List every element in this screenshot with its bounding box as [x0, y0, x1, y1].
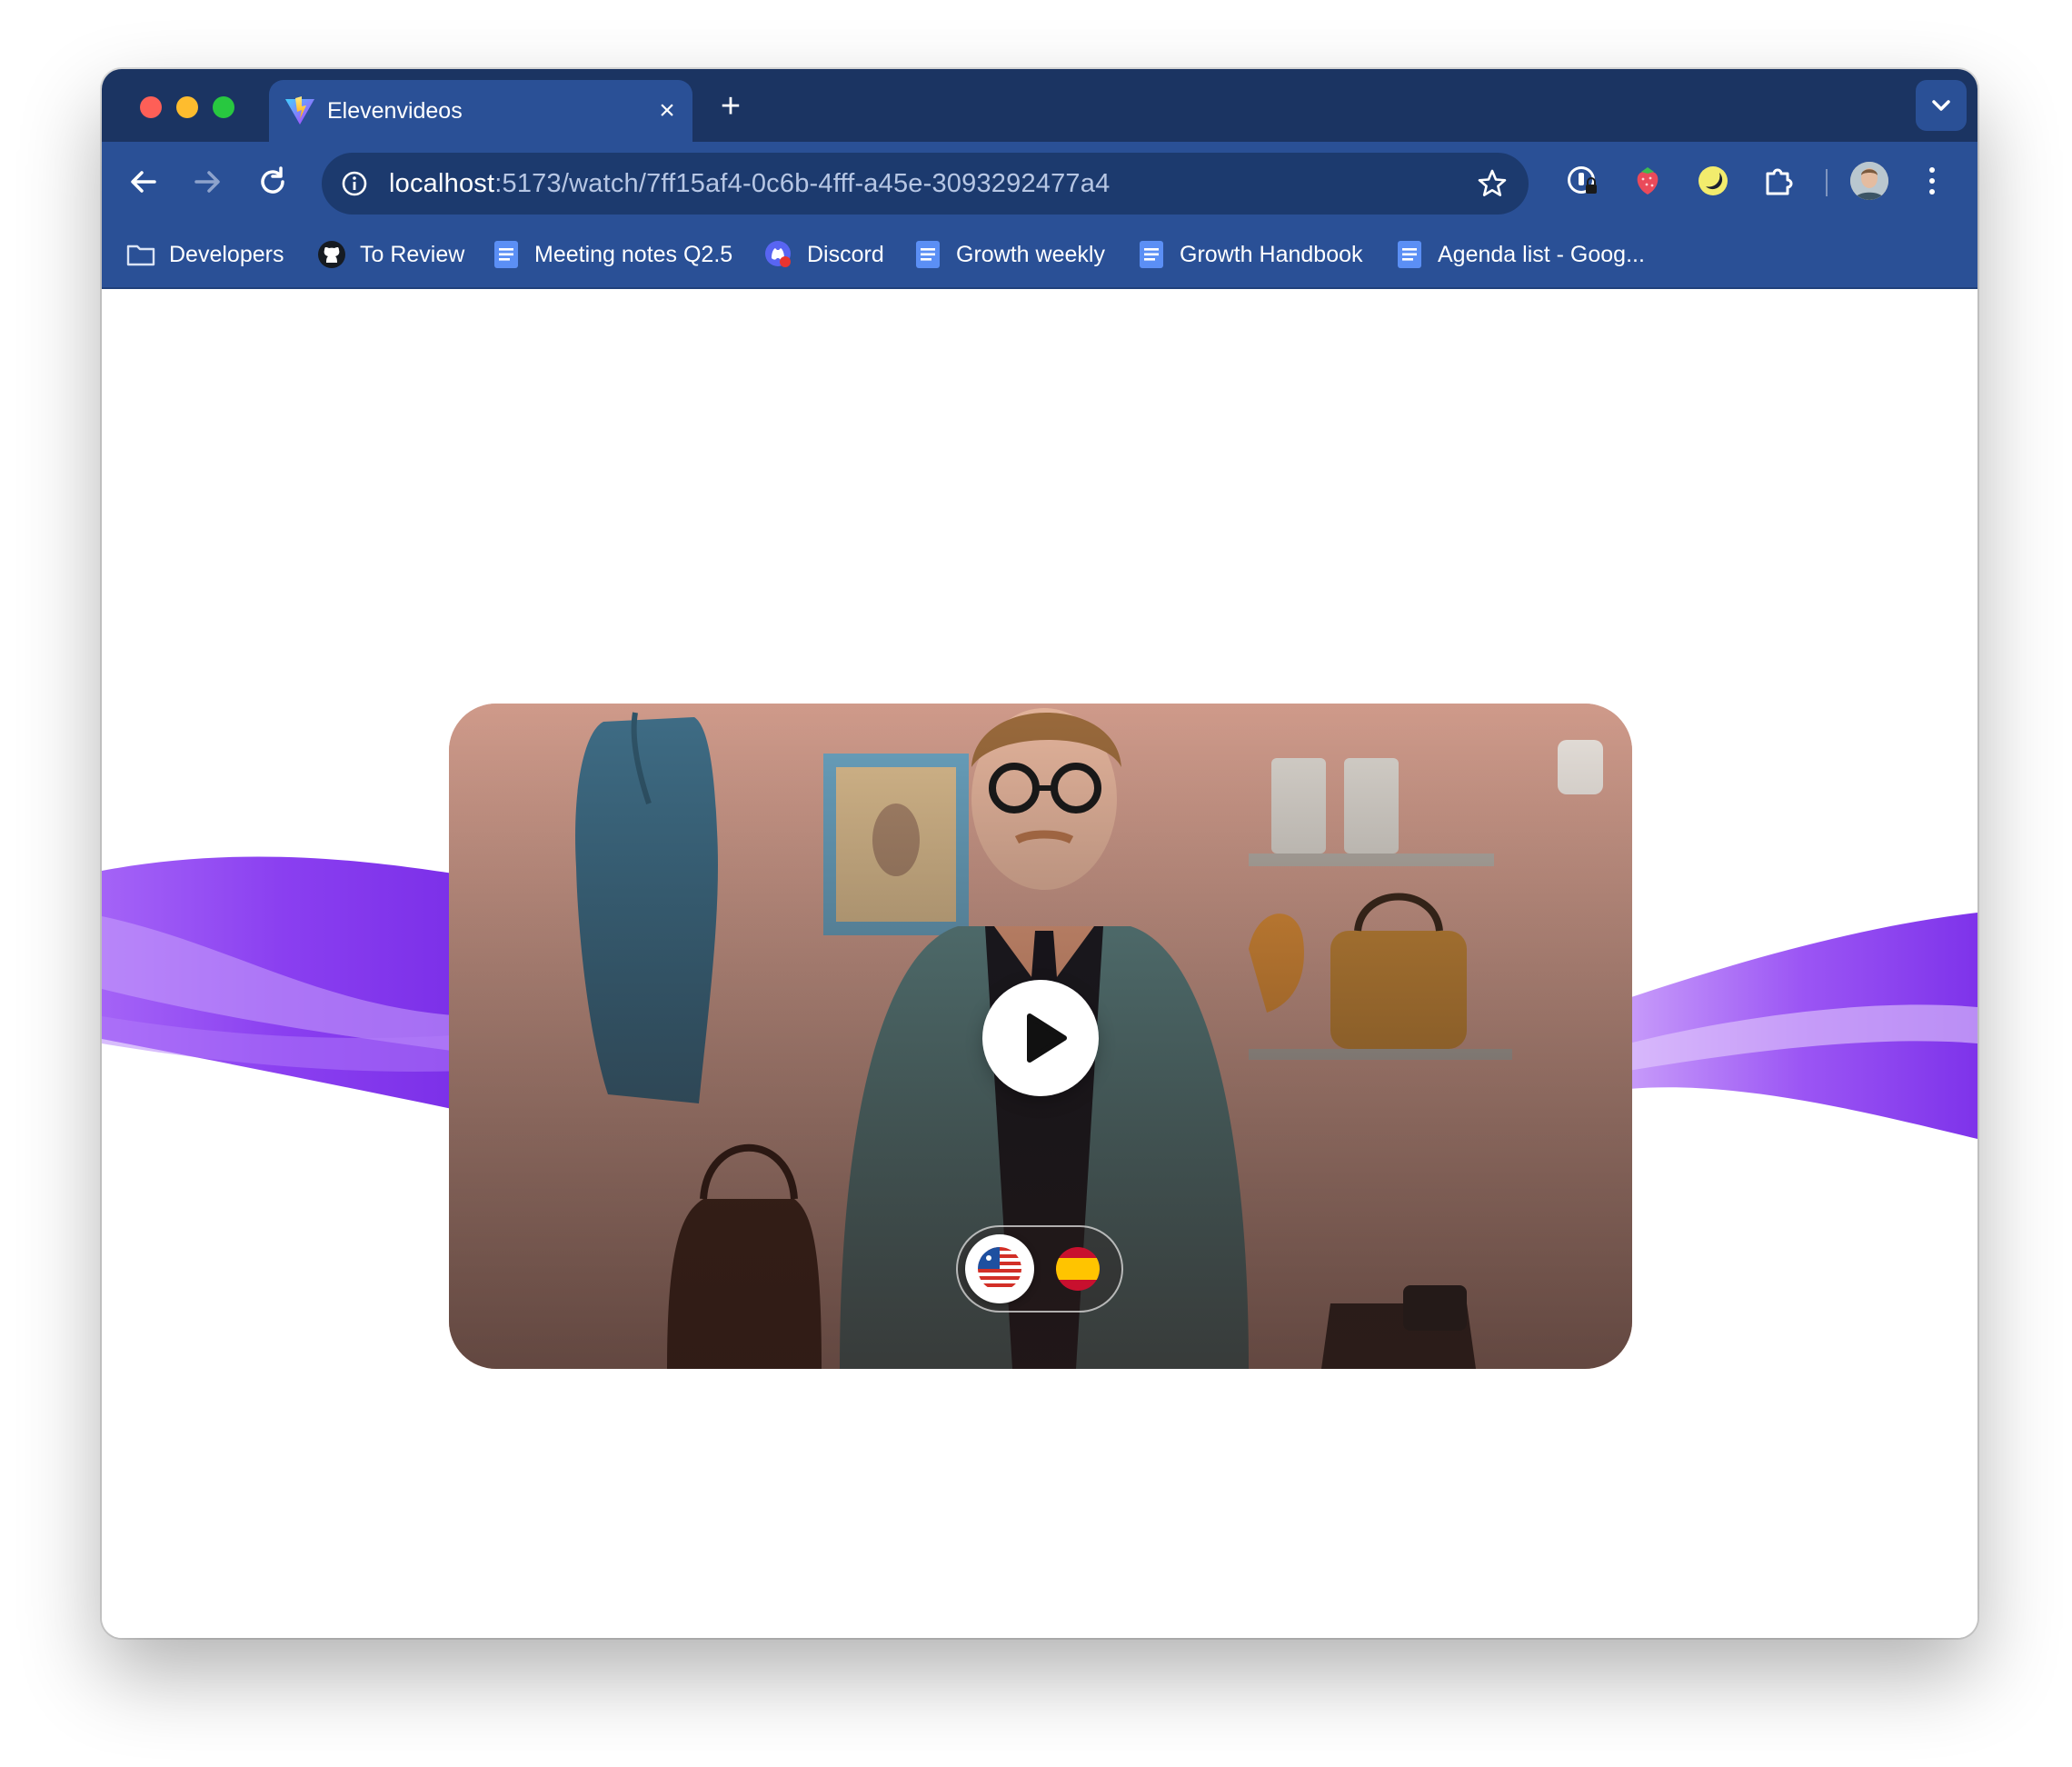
bookmark-label: Agenda list - Goog... — [1438, 241, 1645, 267]
google-doc-icon — [916, 241, 940, 268]
google-doc-icon — [1140, 241, 1163, 268]
minimize-window-button[interactable] — [176, 96, 198, 118]
chevron-down-icon — [1932, 100, 1950, 111]
night-mode-icon[interactable] — [1694, 162, 1732, 200]
tab-close-icon[interactable]: × — [652, 96, 682, 125]
puzzle-extensions-icon[interactable] — [1759, 162, 1798, 200]
bookmark-meeting-notes[interactable]: Meeting notes Q2.5 — [491, 222, 732, 287]
bookmark-agenda-list[interactable]: Agenda list - Goog... — [1394, 222, 1645, 287]
bookmark-discord[interactable]: Discord — [763, 222, 884, 287]
tab-search-button[interactable] — [1916, 80, 1967, 131]
bookmark-developers[interactable]: Developers — [125, 222, 284, 287]
bookmark-growth-weekly[interactable]: Growth weekly — [912, 222, 1105, 287]
google-doc-icon — [1398, 241, 1421, 268]
play-icon — [1027, 1013, 1067, 1063]
profile-avatar[interactable] — [1850, 162, 1888, 200]
language-switch[interactable] — [956, 1225, 1123, 1313]
new-tab-button[interactable]: + — [711, 87, 751, 127]
bookmark-label: Discord — [807, 241, 884, 267]
bookmark-label: To Review — [360, 241, 465, 267]
language-option-english[interactable] — [965, 1234, 1034, 1303]
bookmark-star-icon[interactable] — [1476, 167, 1509, 200]
tab-elevenvideos[interactable]: Elevenvideos × — [269, 80, 692, 142]
strawberry-icon[interactable] — [1629, 162, 1667, 200]
browser-window: Elevenvideos × + localhost:5173/watch/7f… — [102, 69, 1977, 1638]
profile-photo-icon — [1850, 162, 1888, 200]
reload-icon[interactable] — [251, 160, 294, 204]
more-menu-icon[interactable] — [1923, 162, 1941, 200]
tab-strip: Elevenvideos × + — [102, 69, 1977, 142]
google-doc-icon — [494, 241, 518, 268]
tab-title: Elevenvideos — [327, 98, 463, 124]
spain-flag-icon — [1056, 1247, 1100, 1291]
url-host: localhost — [389, 169, 495, 198]
play-button[interactable] — [982, 980, 1099, 1096]
bookmarks-bar: Developers To Review Meeting notes Q2.5 — [102, 222, 1977, 289]
password-manager-icon[interactable] — [1563, 162, 1601, 200]
bookmark-label: Meeting notes Q2.5 — [534, 241, 733, 267]
url-text[interactable]: localhost:5173/watch/7ff15af4-0c6b-4fff-… — [389, 153, 1110, 215]
bookmark-label: Developers — [169, 241, 284, 267]
github-icon — [318, 241, 345, 268]
bookmark-growth-handbook[interactable]: Growth Handbook — [1136, 222, 1363, 287]
bookmark-label: Growth Handbook — [1180, 241, 1363, 267]
bookmark-to-review[interactable]: To Review — [316, 222, 464, 287]
us-flag-icon — [978, 1247, 1021, 1291]
browser-toolbar: localhost:5173/watch/7ff15af4-0c6b-4fff-… — [102, 142, 1977, 222]
language-option-spanish[interactable] — [1043, 1234, 1112, 1303]
close-window-button[interactable] — [140, 96, 162, 118]
maximize-window-button[interactable] — [213, 96, 234, 118]
site-info-icon[interactable] — [340, 169, 369, 198]
url-path: :5173/watch/7ff15af4-0c6b-4fff-a45e-3093… — [494, 169, 1111, 198]
forward-arrow-icon[interactable] — [185, 160, 229, 204]
address-bar[interactable]: localhost:5173/watch/7ff15af4-0c6b-4fff-… — [322, 153, 1529, 215]
bookmark-label: Growth weekly — [956, 241, 1105, 267]
back-arrow-icon[interactable] — [122, 160, 165, 204]
vite-logo-icon — [285, 96, 314, 125]
discord-icon — [765, 241, 791, 267]
video-player[interactable] — [449, 704, 1632, 1369]
page-content — [102, 289, 1977, 1638]
folder-icon — [126, 245, 155, 266]
toolbar-divider — [1826, 169, 1828, 196]
